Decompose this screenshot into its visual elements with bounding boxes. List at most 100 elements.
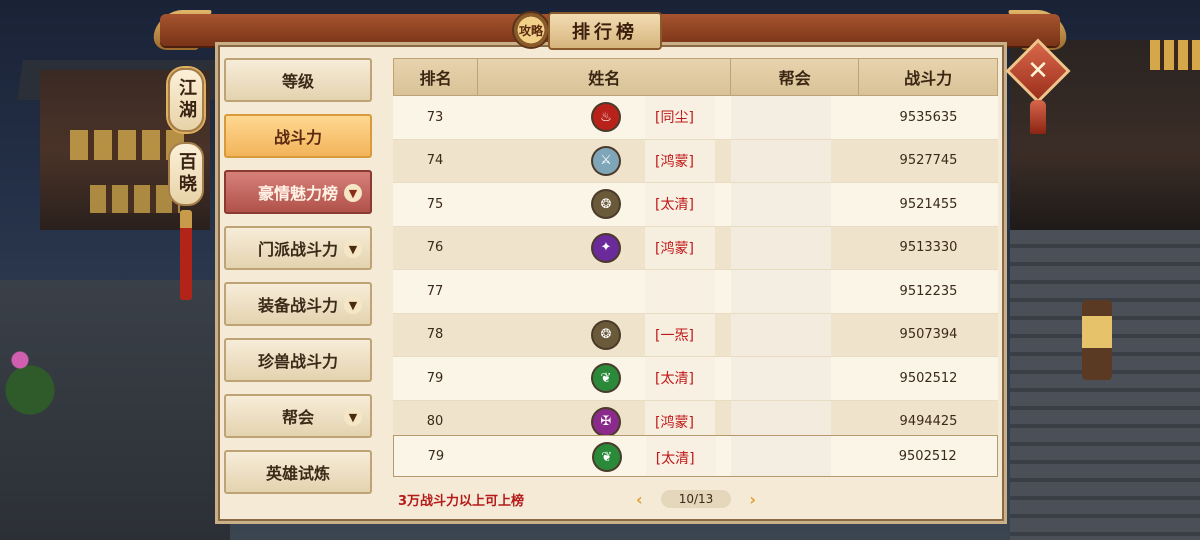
- chevron-down-icon[interactable]: ▼: [344, 408, 362, 426]
- tab-baixiao[interactable]: 百晓: [168, 142, 204, 206]
- header-name: 姓名: [478, 59, 732, 95]
- row-rank: 78: [426, 327, 444, 343]
- menu-item-power[interactable]: 战斗力: [224, 114, 372, 158]
- menu-item-label: 珍兽战斗力: [257, 352, 338, 371]
- guild-redacted: [731, 270, 831, 313]
- self-guild-tag: [太清]: [655, 451, 695, 467]
- row-guild-tag: [一炁]: [655, 327, 694, 344]
- next-page-icon[interactable]: ›: [749, 490, 756, 509]
- row-power: 9512235: [899, 283, 958, 299]
- row-rank: 74: [426, 153, 444, 169]
- menu-item-label: 战斗力: [273, 128, 322, 147]
- row-power: 9535635: [899, 109, 958, 125]
- row-guild-cell: [731, 270, 859, 313]
- row-name-cell: ❂ [一炁]: [477, 313, 731, 356]
- row-guild-tag: [太清]: [655, 371, 694, 388]
- table-row[interactable]: 74 ⚔ [鸿蒙] 9527745: [393, 139, 998, 183]
- row-name-cell: ♨ [同尘]: [477, 96, 731, 139]
- bg-flowers: [0, 340, 60, 430]
- row-guild-cell: [731, 313, 859, 356]
- flame-icon: ♨: [593, 104, 619, 130]
- chevron-down-icon[interactable]: ▼: [344, 296, 362, 314]
- header-power: 战斗力: [904, 69, 953, 88]
- self-guild-cell: [730, 436, 859, 476]
- menu-item-guild[interactable]: 帮会 ▼: [224, 394, 372, 438]
- tassel-icon: [1030, 100, 1046, 134]
- menu-item-charm[interactable]: 豪情魅力榜 ▼: [224, 170, 372, 214]
- close-icon[interactable]: ✕: [1015, 48, 1061, 94]
- guild-redacted: [731, 139, 831, 182]
- table-row[interactable]: 73 ♨ [同尘] 9535635: [393, 96, 998, 140]
- bg-stairs: [1010, 230, 1200, 540]
- row-guild-tag: [鸿蒙]: [655, 153, 694, 170]
- menu-item-label: 英雄试炼: [265, 464, 330, 483]
- guild-redacted: [731, 183, 831, 226]
- row-rank: 73: [426, 109, 444, 125]
- strategy-emblem-icon[interactable]: 攻略: [514, 13, 548, 47]
- row-rank: 75: [426, 196, 444, 212]
- bg-window-left-2: [90, 185, 180, 213]
- table-row[interactable]: 78 ❂ [一炁] 9507394: [393, 313, 998, 357]
- menu-item-hero-trial[interactable]: 英雄试炼: [224, 450, 372, 494]
- menu-item-label: 豪情魅力榜: [257, 184, 338, 203]
- page-indicator: 10/13: [661, 490, 731, 508]
- row-power: 9494425: [899, 414, 958, 430]
- row-rank: 79: [426, 370, 444, 386]
- header-rank: 排名: [394, 59, 479, 95]
- mask-icon: ❂: [593, 321, 619, 348]
- row-name-cell: ❂ [太清]: [477, 183, 731, 226]
- prev-page-icon[interactable]: ‹: [636, 490, 643, 509]
- row-name-cell: ⚔ [鸿蒙]: [477, 139, 731, 182]
- row-name-cell: ✦ [鸿蒙]: [477, 226, 731, 269]
- row-guild-tag: [同尘]: [655, 110, 694, 127]
- tab-jianghu[interactable]: 江湖: [168, 68, 204, 132]
- spark-icon: ✦: [593, 234, 619, 261]
- row-guild-tag: [太清]: [655, 197, 694, 214]
- footer-note: 3万战斗力以上可上榜: [398, 494, 525, 509]
- menu-item-label: 等级: [281, 72, 314, 91]
- self-name-cell: ❦ [太清]: [478, 436, 731, 476]
- table-row[interactable]: 79 ❦ [太清] 9502512: [393, 357, 998, 401]
- leaf-icon: ❦: [593, 365, 619, 391]
- menu-item-label: 门派战斗力: [257, 240, 338, 259]
- guild-redacted: [731, 96, 831, 139]
- chevron-down-icon[interactable]: ▼: [344, 184, 362, 202]
- table-body: 73 ♨ [同尘] 9535635 74 ⚔ [鸿蒙] 9527745 75 ❂ [太清] 95214…: [393, 96, 998, 444]
- category-menu: 等级 战斗力 豪情魅力榜 ▼ 门派战斗力 ▼ 装备战斗力 ▼ 珍兽战斗力 帮会 ▼ 英雄…: [224, 58, 372, 506]
- pager: ‹ 10/13 ›: [636, 488, 756, 510]
- menu-item-pet-power[interactable]: 珍兽战斗力: [224, 338, 372, 382]
- table-row[interactable]: 76 ✦ [鸿蒙] 9513330: [393, 226, 998, 270]
- self-rank-row[interactable]: 79 ❦ [太清] 9502512: [393, 435, 998, 477]
- menu-item-equip-power[interactable]: 装备战斗力 ▼: [224, 282, 372, 326]
- row-name-cell: ❦ [太清]: [477, 357, 731, 400]
- row-guild-tag: [鸿蒙]: [655, 240, 694, 257]
- self-rank: 79: [427, 448, 445, 464]
- lantern-icon: [1082, 300, 1112, 380]
- row-power: 9521455: [899, 196, 958, 212]
- row-power: 9507394: [899, 327, 958, 343]
- scroll-tassel-icon: [180, 210, 192, 300]
- menu-item-label: 帮会: [281, 408, 314, 427]
- header-guild: 帮会: [731, 59, 860, 95]
- menu-item-label: 装备战斗力: [257, 296, 338, 315]
- row-power: 9502512: [899, 370, 958, 386]
- self-power: 9502512: [898, 448, 957, 464]
- row-power: 9513330: [899, 240, 958, 256]
- row-guild-cell: [731, 226, 859, 269]
- guild-redacted: [731, 357, 831, 400]
- table-row[interactable]: 77 9512235: [393, 270, 998, 314]
- row-rank: 76: [426, 240, 444, 256]
- guild-redacted: [731, 226, 831, 269]
- row-rank: 80: [426, 414, 444, 430]
- menu-item-sect-power[interactable]: 门派战斗力 ▼: [224, 226, 372, 270]
- sword-icon: ✠: [593, 408, 619, 435]
- row-guild-cell: [731, 357, 859, 400]
- row-guild-cell: [731, 183, 859, 226]
- guild-redacted: [731, 313, 831, 356]
- guild-redacted: [730, 436, 831, 476]
- row-name-cell: [477, 270, 731, 313]
- table-row[interactable]: 75 ❂ [太清] 9521455: [393, 183, 998, 227]
- chevron-down-icon[interactable]: ▼: [344, 240, 362, 258]
- page-title: 排行榜: [548, 12, 662, 50]
- menu-item-level[interactable]: 等级: [224, 58, 372, 102]
